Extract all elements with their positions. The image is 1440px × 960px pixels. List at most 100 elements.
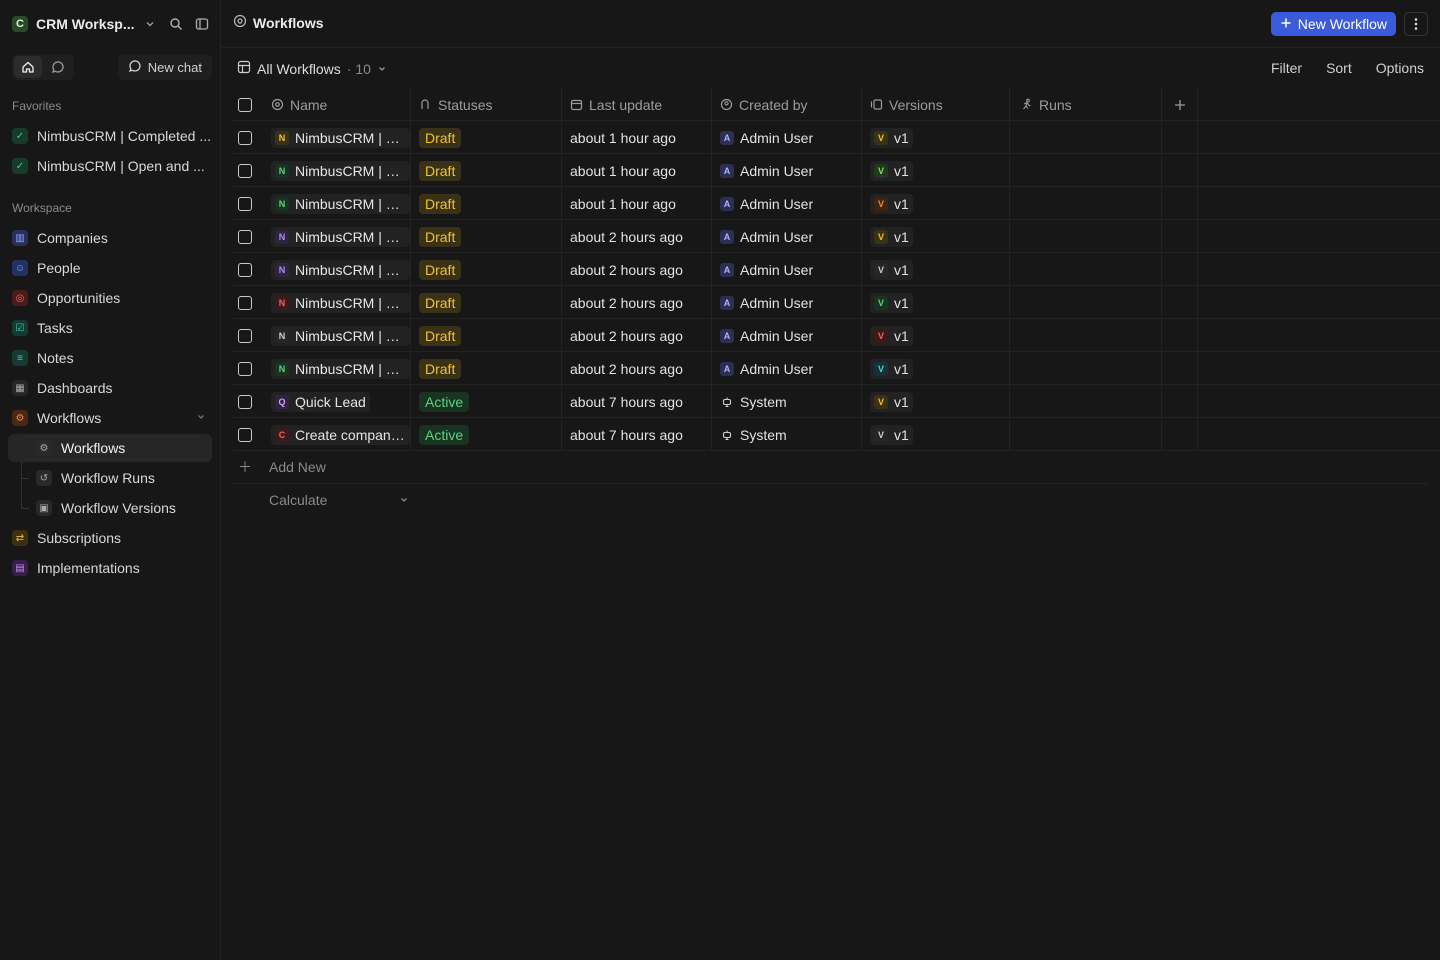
search-icon[interactable]	[166, 14, 186, 34]
creator-cell[interactable]: A Admin User	[712, 121, 862, 154]
sidebar-item-notes[interactable]: ≡ Notes	[8, 344, 212, 372]
table-row[interactable]: N NimbusCRM | Dra... Draft about 1 hour …	[233, 187, 1440, 220]
name-cell[interactable]: N NimbusCRM | Dra...	[269, 187, 411, 220]
column-header-creator[interactable]: Created by	[712, 88, 862, 121]
status-cell[interactable]: Draft	[411, 253, 562, 286]
sidebar-item-workflow-runs[interactable]: ↺ Workflow Runs	[8, 464, 212, 492]
row-checkbox[interactable]	[233, 319, 257, 352]
workflow-chip[interactable]: N NimbusCRM | Dra...	[271, 292, 410, 313]
row-checkbox[interactable]	[233, 286, 257, 319]
name-cell[interactable]: N NimbusCRM | Dra...	[269, 220, 411, 253]
row-checkbox[interactable]	[233, 253, 257, 286]
name-cell[interactable]: N NimbusCRM | Dra...	[269, 352, 411, 385]
table-row[interactable]: Q Quick Lead Active about 7 hours ago Sy…	[233, 385, 1440, 418]
chevron-down-icon[interactable]	[196, 412, 206, 425]
runs-cell[interactable]	[1010, 187, 1162, 220]
new-chat-button[interactable]: New chat	[117, 54, 212, 80]
workflow-chip[interactable]: N NimbusCRM | Dra...	[271, 325, 410, 346]
row-checkbox[interactable]	[233, 418, 257, 451]
versions-cell[interactable]: V v1	[862, 154, 1010, 187]
options-button[interactable]: Options	[1376, 60, 1424, 76]
name-cell[interactable]: C Create company ...	[269, 418, 411, 451]
versions-cell[interactable]: V v1	[862, 286, 1010, 319]
creator-cell[interactable]: A Admin User	[712, 319, 862, 352]
status-cell[interactable]: Draft	[411, 154, 562, 187]
creator-cell[interactable]: A Admin User	[712, 352, 862, 385]
versions-cell[interactable]: V v1	[862, 385, 1010, 418]
updated-cell[interactable]: about 2 hours ago	[562, 286, 712, 319]
table-row[interactable]: N NimbusCRM | Dra... Draft about 2 hours…	[233, 253, 1440, 286]
sidebar-item-workflow-versions[interactable]: ▣ Workflow Versions	[8, 494, 212, 522]
updated-cell[interactable]: about 2 hours ago	[562, 253, 712, 286]
updated-cell[interactable]: about 2 hours ago	[562, 319, 712, 352]
sidebar-item-dashboards[interactable]: ▦ Dashboards	[8, 374, 212, 402]
version-chip[interactable]: V v1	[870, 193, 913, 214]
table-row[interactable]: C Create company ... Active about 7 hour…	[233, 418, 1440, 451]
version-chip[interactable]: V v1	[870, 292, 913, 313]
workflow-chip[interactable]: N NimbusCRM | Dra...	[271, 127, 410, 148]
sidebar-item-companies[interactable]: ▥ Companies	[8, 224, 212, 252]
favorite-item-open[interactable]: ✓ NimbusCRM | Open and ...	[8, 152, 212, 180]
row-checkbox[interactable]	[233, 352, 257, 385]
runs-cell[interactable]	[1010, 319, 1162, 352]
table-row[interactable]: N NimbusCRM | Dra... Draft about 2 hours…	[233, 286, 1440, 319]
runs-cell[interactable]	[1010, 286, 1162, 319]
version-chip[interactable]: V v1	[870, 127, 913, 148]
version-chip[interactable]: V v1	[870, 259, 913, 280]
runs-cell[interactable]	[1010, 385, 1162, 418]
updated-cell[interactable]: about 2 hours ago	[562, 352, 712, 385]
creator-cell[interactable]: A Admin User	[712, 154, 862, 187]
status-cell[interactable]: Active	[411, 385, 562, 418]
updated-cell[interactable]: about 7 hours ago	[562, 418, 712, 451]
home-icon[interactable]	[14, 56, 42, 78]
workflow-chip[interactable]: N NimbusCRM | Dra...	[271, 193, 410, 214]
table-row[interactable]: N NimbusCRM | Dra... Draft about 1 hour …	[233, 154, 1440, 187]
table-row[interactable]: N NimbusCRM | Dra... Draft about 1 hour …	[233, 121, 1440, 154]
runs-cell[interactable]	[1010, 220, 1162, 253]
chat-bubble-icon[interactable]	[44, 56, 72, 78]
creator-cell[interactable]: System	[712, 418, 862, 451]
status-cell[interactable]: Draft	[411, 187, 562, 220]
workflow-chip[interactable]: N NimbusCRM | Dra...	[271, 160, 410, 181]
versions-cell[interactable]: V v1	[862, 187, 1010, 220]
creator-cell[interactable]: A Admin User	[712, 220, 862, 253]
version-chip[interactable]: V v1	[870, 325, 913, 346]
workflow-chip[interactable]: Q Quick Lead	[271, 391, 370, 412]
updated-cell[interactable]: about 1 hour ago	[562, 187, 712, 220]
status-cell[interactable]: Draft	[411, 220, 562, 253]
updated-cell[interactable]: about 1 hour ago	[562, 154, 712, 187]
sidebar-item-workflows-sub[interactable]: ⚙ Workflows	[8, 434, 212, 462]
sidebar-item-people[interactable]: ☺ People	[8, 254, 212, 282]
name-cell[interactable]: N NimbusCRM | Dra...	[269, 154, 411, 187]
status-cell[interactable]: Draft	[411, 286, 562, 319]
runs-cell[interactable]	[1010, 121, 1162, 154]
runs-cell[interactable]	[1010, 154, 1162, 187]
workflow-chip[interactable]: C Create company ...	[271, 424, 410, 445]
versions-cell[interactable]: V v1	[862, 220, 1010, 253]
filter-button[interactable]: Filter	[1271, 60, 1302, 76]
more-options-icon[interactable]	[1404, 12, 1428, 36]
add-new-row-button[interactable]: ＋ Add New	[233, 451, 1428, 484]
runs-cell[interactable]	[1010, 253, 1162, 286]
updated-cell[interactable]: about 1 hour ago	[562, 121, 712, 154]
table-row[interactable]: N NimbusCRM | Dra... Draft about 2 hours…	[233, 319, 1440, 352]
new-workflow-button[interactable]: New Workflow	[1270, 12, 1396, 36]
status-cell[interactable]: Active	[411, 418, 562, 451]
chevron-down-icon[interactable]	[140, 14, 160, 34]
version-chip[interactable]: V v1	[870, 391, 913, 412]
sidebar-item-implementations[interactable]: ▤ Implementations	[8, 554, 212, 582]
versions-cell[interactable]: V v1	[862, 253, 1010, 286]
row-checkbox[interactable]	[233, 154, 257, 187]
view-picker[interactable]: All Workflows · 10	[237, 60, 387, 77]
row-checkbox[interactable]	[233, 121, 257, 154]
calculate-dropdown[interactable]: Calculate	[269, 490, 409, 510]
select-all-checkbox[interactable]	[233, 88, 257, 121]
creator-cell[interactable]: A Admin User	[712, 253, 862, 286]
versions-cell[interactable]: V v1	[862, 121, 1010, 154]
name-cell[interactable]: N NimbusCRM | Dra...	[269, 121, 411, 154]
creator-cell[interactable]: A Admin User	[712, 286, 862, 319]
updated-cell[interactable]: about 7 hours ago	[562, 385, 712, 418]
version-chip[interactable]: V v1	[870, 160, 913, 181]
workspace-switcher[interactable]: C CRM Worksp...	[12, 12, 212, 36]
creator-cell[interactable]: System	[712, 385, 862, 418]
